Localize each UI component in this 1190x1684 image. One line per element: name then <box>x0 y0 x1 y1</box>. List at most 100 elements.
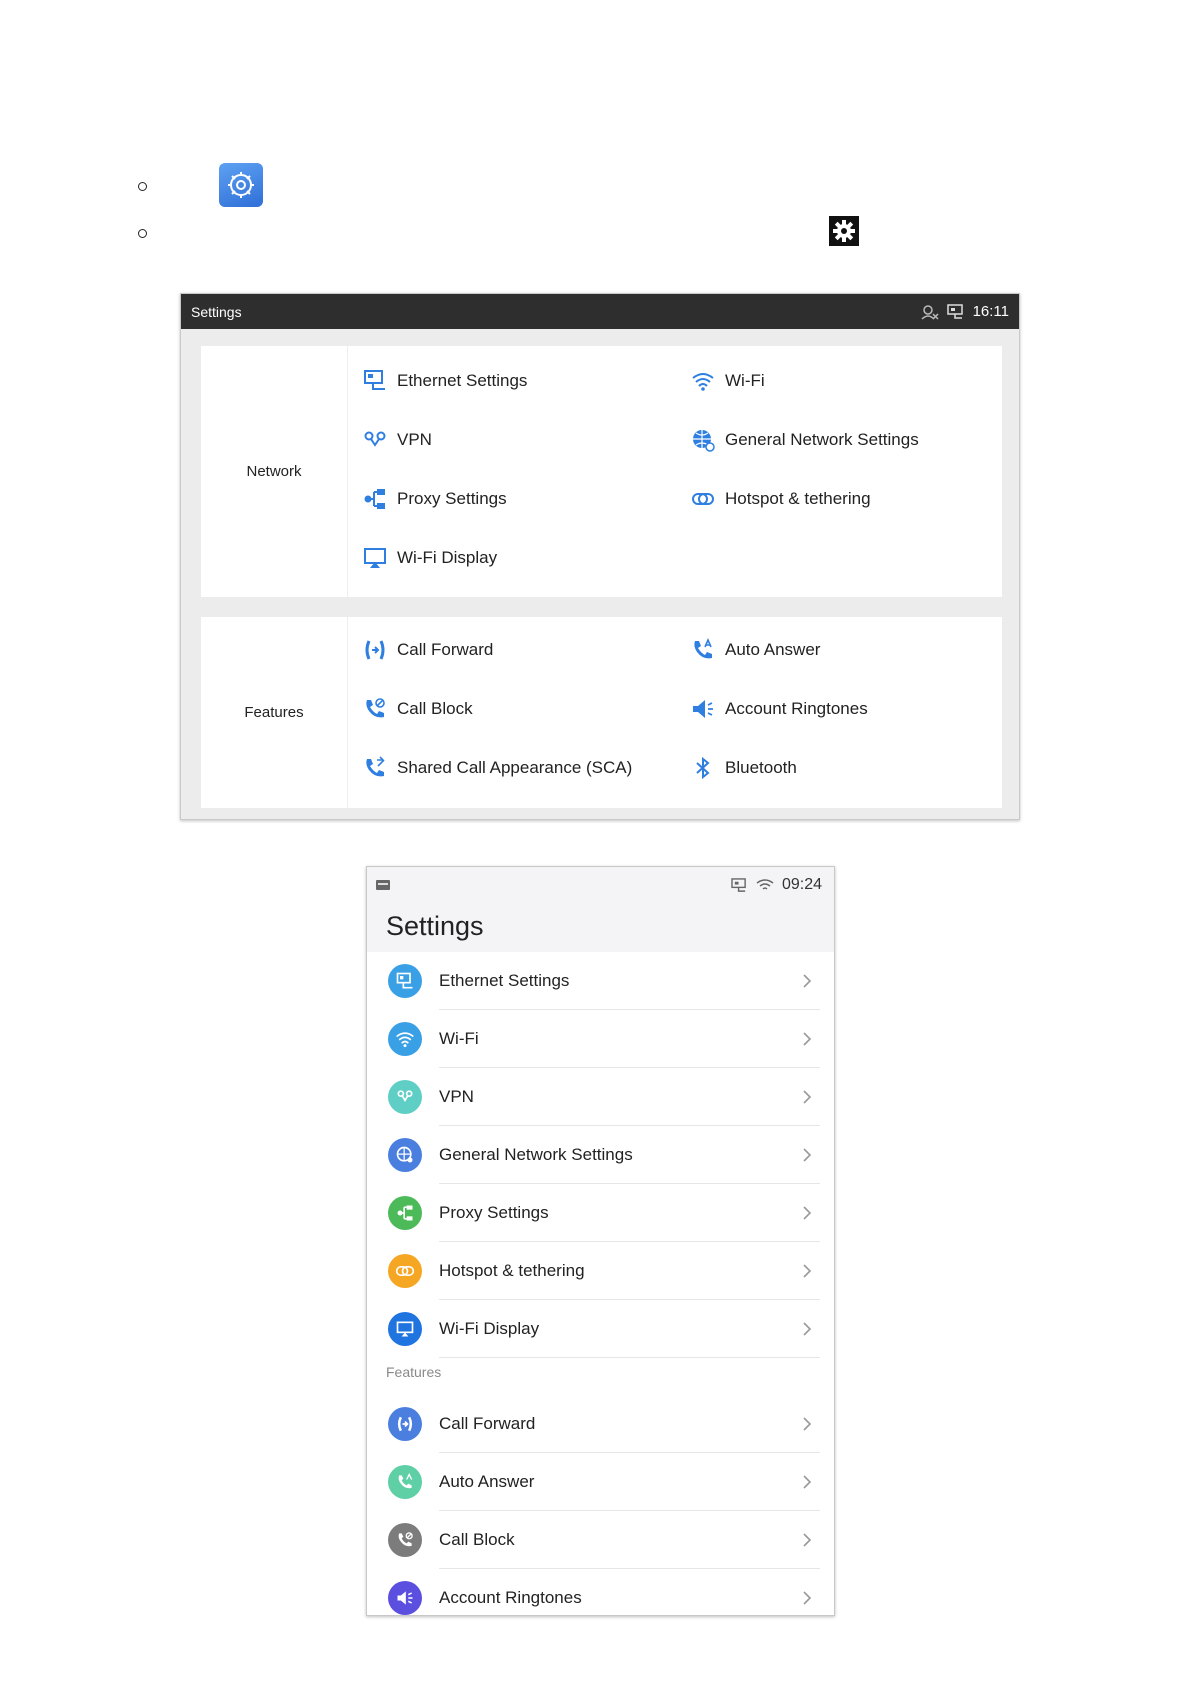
list-item-label: General Network Settings <box>439 1145 633 1164</box>
list-item-label: Call Forward <box>439 1414 536 1433</box>
chevron-right-icon <box>803 1591 812 1605</box>
call-block-item[interactable]: Call Block <box>363 697 473 721</box>
status-area: 16:11 <box>921 303 1009 320</box>
vpn-icon <box>364 431 386 447</box>
vpn-item[interactable]: VPN <box>363 428 432 452</box>
hotspot-tethering-label: Hotspot & tethering <box>725 489 871 508</box>
list-item-label: Wi-Fi <box>439 1029 479 1048</box>
list-item-label: Account Ringtones <box>439 1588 582 1607</box>
list-item-label: Hotspot & tethering <box>439 1261 585 1280</box>
bullet-2 <box>138 229 147 238</box>
call-block-label: Call Block <box>397 699 473 718</box>
speaker-icon <box>388 1581 422 1615</box>
proxy-settings-label: Proxy Settings <box>397 489 507 508</box>
sca-item[interactable]: Shared Call Appearance (SCA) <box>363 756 632 780</box>
list-item-label: Wi-Fi Display <box>439 1319 540 1338</box>
list-item-proxy-settings[interactable]: Proxy Settings <box>367 1184 834 1242</box>
status-right: 09:24 <box>731 876 822 894</box>
auto-answer-icon <box>694 638 712 659</box>
auto-answer-item[interactable]: Auto Answer <box>691 638 820 662</box>
chevron-right-icon <box>803 1264 812 1278</box>
wifi-item[interactable]: Wi-Fi <box>691 369 765 393</box>
ethernet-settings-label: Ethernet Settings <box>397 371 528 390</box>
general-network-settings-item[interactable]: General Network Settings <box>691 428 919 452</box>
landscape-settings-screen: Settings 16:11 Network Features Ethernet… <box>180 293 1020 820</box>
sca-icon <box>366 756 385 777</box>
top-bar: Settings 16:11 <box>181 294 1019 329</box>
status-time: 16:11 <box>972 303 1009 320</box>
call-forward-icon <box>365 640 385 660</box>
proxy-settings-item[interactable]: Proxy Settings <box>363 487 507 511</box>
list-item-wifi-display[interactable]: Wi-Fi Display <box>367 1300 834 1358</box>
list-item-hotspot-tethering[interactable]: Hotspot & tethering <box>367 1242 834 1300</box>
bullet-1 <box>138 182 147 191</box>
bluetooth-item[interactable]: Bluetooth <box>691 756 797 780</box>
ethernet-status-icon <box>731 877 746 892</box>
chevron-right-icon <box>803 1032 812 1046</box>
account-ringtones-item[interactable]: Account Ringtones <box>691 697 868 721</box>
chevron-right-icon <box>803 1090 812 1104</box>
list-item-wifi[interactable]: Wi-Fi <box>367 1010 834 1068</box>
wifi-display-item[interactable]: Wi-Fi Display <box>363 546 497 570</box>
chevron-right-icon <box>803 1322 812 1336</box>
settings-app-icon <box>219 163 263 207</box>
bluetooth-icon <box>696 756 710 780</box>
chevron-right-icon <box>803 1533 812 1547</box>
network-label: Network <box>201 346 348 597</box>
ethernet-settings-item[interactable]: Ethernet Settings <box>363 369 527 393</box>
wifi-icon <box>692 373 714 391</box>
proxy-icon <box>364 489 385 509</box>
proxy-icon <box>388 1196 422 1230</box>
display-icon <box>364 548 386 568</box>
list-item-auto-answer[interactable]: Auto Answer <box>367 1453 834 1511</box>
wifi-label: Wi-Fi <box>725 371 765 390</box>
features-label: Features <box>201 617 348 808</box>
call-block-icon <box>388 1523 422 1557</box>
chevron-right-icon <box>803 974 812 988</box>
screen-title: Settings <box>191 303 242 320</box>
chevron-right-icon <box>803 1417 812 1431</box>
list-item-label: Call Block <box>439 1530 515 1549</box>
list-item-label: VPN <box>439 1087 474 1106</box>
call-block-icon <box>366 698 385 718</box>
wifi-display-label: Wi-Fi Display <box>397 548 498 567</box>
status-bar: 09:24 <box>375 875 822 895</box>
chevron-right-icon <box>803 1206 812 1220</box>
call-forward-label: Call Forward <box>397 640 494 659</box>
vpn-label: VPN <box>397 430 432 449</box>
general-network-settings-label: General Network Settings <box>725 430 919 449</box>
list-item-call-block[interactable]: Call Block <box>367 1511 834 1569</box>
hotspot-icon <box>692 493 714 505</box>
list-item-account-ringtones[interactable]: Account Ringtones <box>367 1569 834 1615</box>
speaker-icon <box>693 700 713 718</box>
wifi-status-icon <box>756 879 774 890</box>
hotspot-icon <box>388 1254 422 1288</box>
list-item-label: Auto Answer <box>439 1472 535 1491</box>
globe-icon <box>693 430 715 452</box>
status-time: 09:24 <box>781 876 822 893</box>
gear-icon <box>829 216 859 246</box>
page-title: Settings <box>386 911 484 941</box>
auto-answer-icon <box>388 1465 422 1499</box>
list-item-call-forward[interactable]: Call Forward <box>367 1395 834 1453</box>
features-section-header: Features <box>386 1364 442 1380</box>
auto-answer-label: Auto Answer <box>725 640 821 659</box>
call-forward-item[interactable]: Call Forward <box>363 638 493 662</box>
wifi-icon <box>388 1022 422 1056</box>
vpn-icon <box>388 1080 422 1114</box>
header: 09:24 Settings <box>367 867 834 952</box>
list-item-label: Ethernet Settings <box>439 971 570 990</box>
account-off-icon <box>921 304 939 320</box>
globe-icon <box>388 1138 422 1172</box>
divider <box>439 1357 820 1358</box>
network-section: Network <box>201 346 1002 597</box>
list-item-label: Proxy Settings <box>439 1203 549 1222</box>
list-item-general-network-settings[interactable]: General Network Settings <box>367 1126 834 1184</box>
hotspot-tethering-item[interactable]: Hotspot & tethering <box>691 487 871 511</box>
account-ringtones-label: Account Ringtones <box>725 699 868 718</box>
list-item-vpn[interactable]: VPN <box>367 1068 834 1126</box>
list-item-ethernet-settings[interactable]: Ethernet Settings <box>367 952 834 1010</box>
portrait-settings-screen: 09:24 Settings Ethernet Settings Wi-Fi V… <box>366 866 835 1616</box>
bluetooth-label: Bluetooth <box>725 758 797 777</box>
chevron-right-icon <box>803 1148 812 1162</box>
